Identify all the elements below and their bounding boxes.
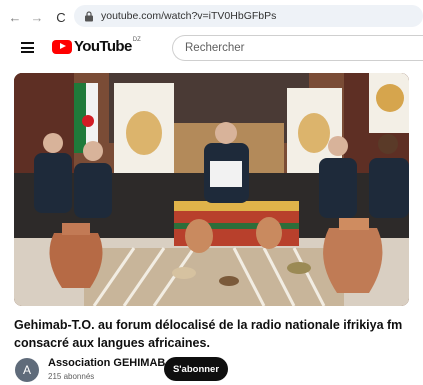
subscribe-button[interactable]: S'abonner — [164, 357, 228, 381]
forward-arrow-icon[interactable]: → — [29, 9, 45, 25]
hamburger-menu-icon[interactable] — [21, 42, 34, 53]
video-thumbnail — [14, 73, 409, 306]
video-title: Gehimab-T.O. au forum délocalisé de la r… — [14, 318, 403, 350]
browser-toolbar: ← → C youtube.com/watch?v=iTV0HbGFbPs — [0, 0, 423, 32]
youtube-wordmark: YouTube — [74, 38, 132, 55]
search-placeholder: Rechercher — [185, 42, 245, 54]
video-player[interactable] — [14, 73, 409, 306]
youtube-play-icon — [52, 39, 72, 54]
search-input[interactable]: Rechercher — [172, 35, 423, 61]
lock-icon — [85, 10, 93, 21]
channel-name[interactable]: Association GEHIMAB — [48, 357, 165, 369]
subscriber-count: 215 abonnés — [48, 372, 95, 381]
country-code: DZ — [132, 36, 141, 43]
url-text: youtube.com/watch?v=iTV0HbGFbPs — [101, 10, 277, 22]
youtube-header: YouTube DZ Rechercher — [0, 32, 423, 66]
youtube-logo[interactable]: YouTube DZ — [52, 36, 141, 55]
address-bar[interactable]: youtube.com/watch?v=iTV0HbGFbPs — [74, 5, 423, 27]
reload-icon[interactable]: C — [53, 9, 69, 25]
back-arrow-icon[interactable]: ← — [7, 9, 23, 25]
avatar[interactable]: A — [15, 358, 39, 382]
